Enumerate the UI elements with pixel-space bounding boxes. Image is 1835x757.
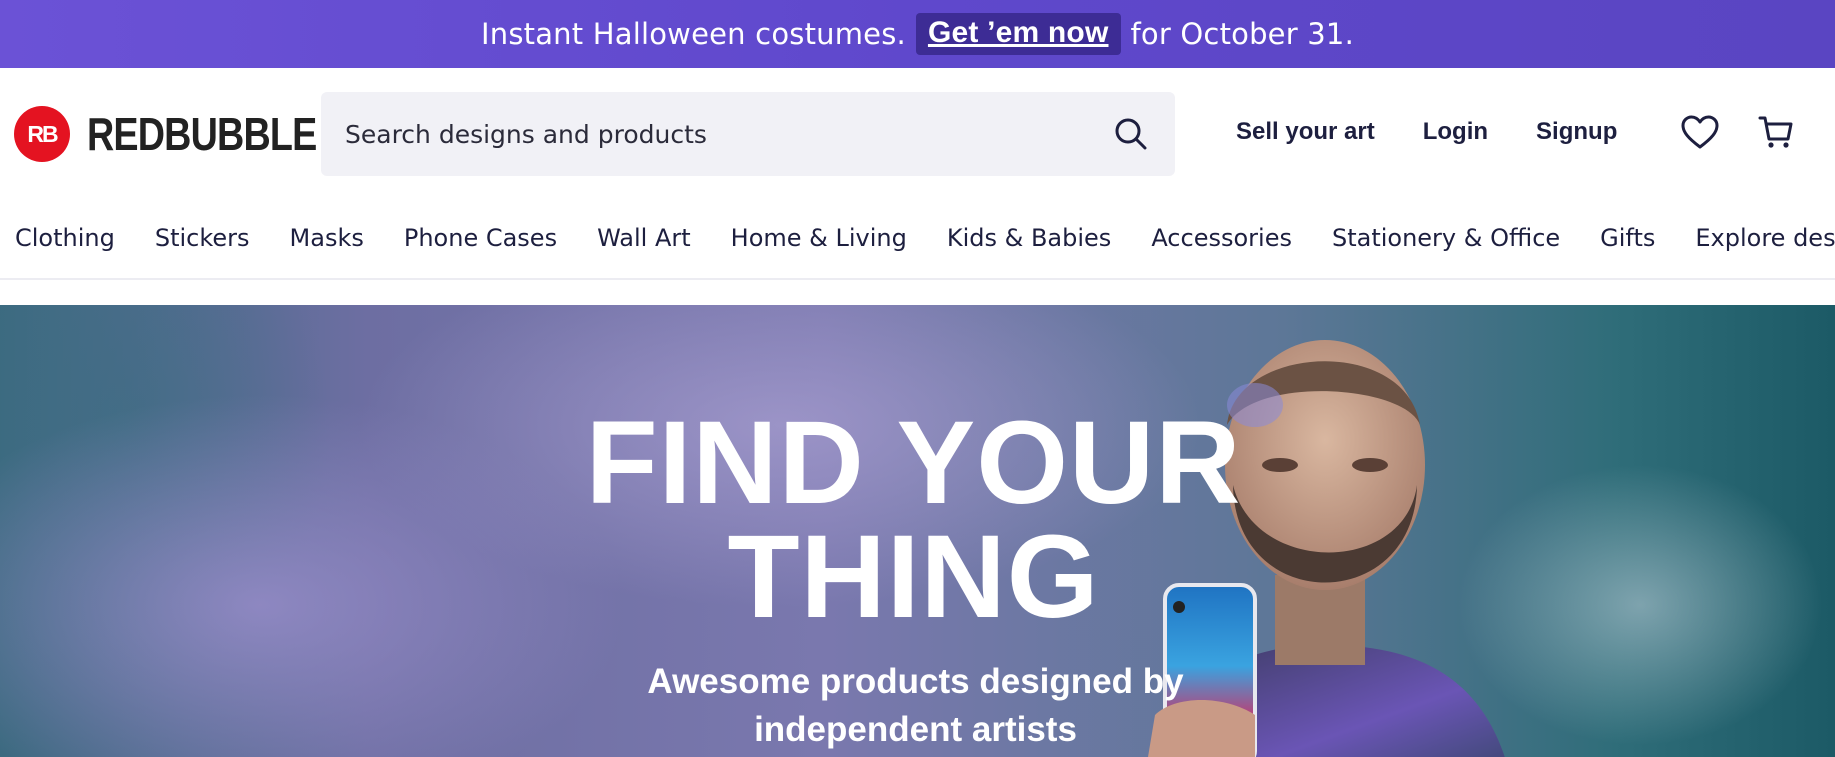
sell-your-art-link[interactable]: Sell your art [1236,118,1375,146]
category-nav: Clothing Stickers Masks Phone Cases Wall… [0,198,1835,280]
nav-item-explore-designs[interactable]: Explore designs [1695,224,1835,252]
login-link[interactable]: Login [1423,118,1488,146]
nav-item-masks[interactable]: Masks [290,224,364,252]
nav-item-phone-cases[interactable]: Phone Cases [404,224,557,252]
nav-item-accessories[interactable]: Accessories [1151,224,1292,252]
nav-item-kids-babies[interactable]: Kids & Babies [947,224,1111,252]
search-bar [321,92,1175,176]
nav-item-stickers[interactable]: Stickers [155,224,250,252]
nav-item-gifts[interactable]: Gifts [1600,224,1655,252]
nav-item-clothing[interactable]: Clothing [15,224,115,252]
cart-icon[interactable] [1758,113,1794,151]
promo-suffix: for October 31. [1130,17,1354,51]
nav-item-home-living[interactable]: Home & Living [731,224,907,252]
hero-subtitle-line2: independent artists [754,710,1077,749]
nav-item-wall-art[interactable]: Wall Art [597,224,691,252]
site-header: RB REDBUBBLE Sell your art Login Signup [0,68,1835,198]
logo[interactable]: RB REDBUBBLE [14,106,367,162]
header-links: Sell your art Login Signup [1236,118,1617,146]
logo-wordmark: REDBUBBLE [87,108,317,160]
promo-banner: Instant Halloween costumes. Get ’em now … [0,0,1835,68]
promo-text: Instant Halloween costumes. [480,17,906,51]
nav-item-stationery-office[interactable]: Stationery & Office [1332,224,1560,252]
hero-subtitle-line1: Awesome products designed by [647,662,1184,701]
logo-mark-icon: RB [14,106,70,162]
hero-title-line2: THING [727,511,1100,643]
hero-title-line1: FIND YOUR [585,397,1242,529]
promo-cta-link[interactable]: Get ’em now [915,13,1121,55]
hero-banner: FIND YOUR THING Awesome products designe… [0,305,1835,757]
signup-link[interactable]: Signup [1536,118,1617,146]
search-input[interactable] [321,92,1113,176]
heart-icon[interactable] [1680,113,1720,153]
search-icon[interactable] [1113,116,1149,152]
